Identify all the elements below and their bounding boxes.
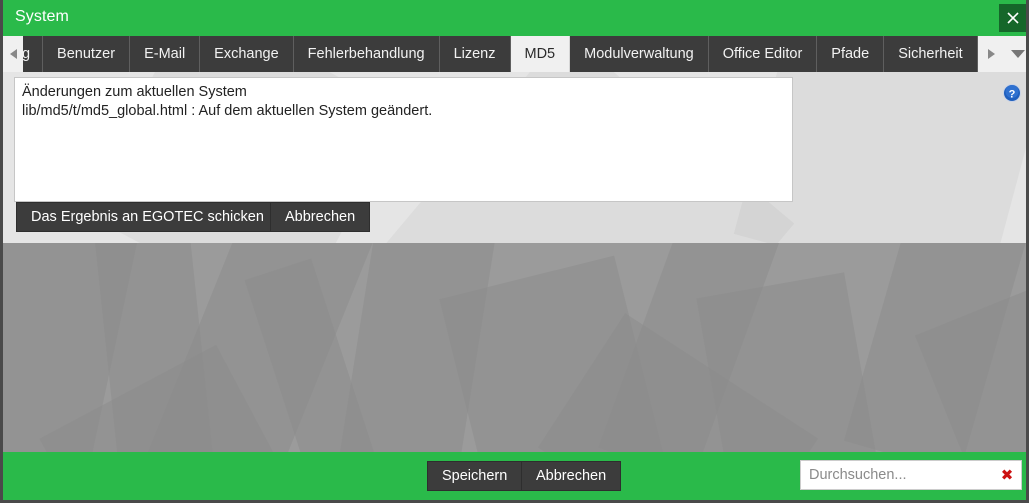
tab-md5[interactable]: MD5 — [510, 36, 571, 72]
tab-label: Exchange — [214, 46, 279, 62]
tab-modulverwaltung[interactable]: Modulverwaltung — [570, 36, 709, 72]
tab-label: Modulverwaltung — [584, 46, 694, 62]
save-button[interactable]: Speichern — [427, 461, 523, 491]
tab-email[interactable]: E-Mail — [130, 36, 201, 72]
settings-tabbar: rung Benutzer E-Mail Exchange Fehlerbeha… — [3, 36, 1026, 72]
chevron-down-icon[interactable] — [1004, 36, 1026, 72]
tab-label: Office Editor — [722, 46, 803, 62]
close-icon[interactable] — [999, 4, 1026, 32]
clear-x-icon[interactable]: ✖ — [999, 466, 1015, 484]
window-title: System — [15, 8, 69, 25]
desktop-background — [3, 243, 1026, 452]
tab-label: MD5 — [524, 46, 556, 62]
tab-fehlerbehandlung[interactable]: Fehlerbehandlung — [293, 36, 440, 72]
tab-label: Pfade — [831, 46, 870, 62]
search-field: ✖ — [800, 460, 1022, 490]
tab-strip: rung Benutzer E-Mail Exchange Fehlerbeha… — [3, 36, 1026, 72]
window-titlebar: System — [3, 0, 1026, 36]
tab-pfade[interactable]: Pfade — [817, 36, 885, 72]
send-result-to-egotec-button[interactable]: Das Ergebnis an EGOTEC schicken — [16, 202, 279, 232]
tab-lizenz[interactable]: Lizenz — [439, 36, 511, 72]
svg-text:?: ? — [1009, 89, 1016, 101]
panel-cancel-button[interactable]: Abbrechen — [270, 202, 371, 232]
chevron-left-icon[interactable] — [3, 36, 23, 72]
cancel-button[interactable]: Abbrechen — [521, 461, 622, 491]
footer-toolbar: Speichern Abbrechen ✖ — [3, 452, 1026, 500]
md5-panel: Das Ergebnis an EGOTEC schicken Abbreche… — [3, 72, 1026, 243]
application-window: System rung Benutzer E-Mail Exchange — [0, 0, 1029, 503]
help-question-icon[interactable]: ? — [1002, 83, 1022, 103]
tab-label: Lizenz — [453, 46, 496, 62]
tab-benutzer[interactable]: Benutzer — [43, 36, 131, 72]
tab-label: Fehlerbehandlung — [307, 46, 425, 62]
tab-label: E-Mail — [144, 46, 186, 62]
search-input[interactable] — [801, 461, 997, 489]
md5-output-textarea[interactable] — [14, 77, 793, 202]
tab-label: Benutzer — [57, 46, 116, 62]
chevron-right-icon[interactable] — [978, 36, 1004, 72]
tab-navigation-controls — [978, 36, 1026, 72]
tab-label: Sicherheit — [898, 46, 963, 62]
tab-sicherheit[interactable]: Sicherheit — [884, 36, 978, 72]
tab-office-editor[interactable]: Office Editor — [708, 36, 818, 72]
tab-exchange[interactable]: Exchange — [200, 36, 294, 72]
